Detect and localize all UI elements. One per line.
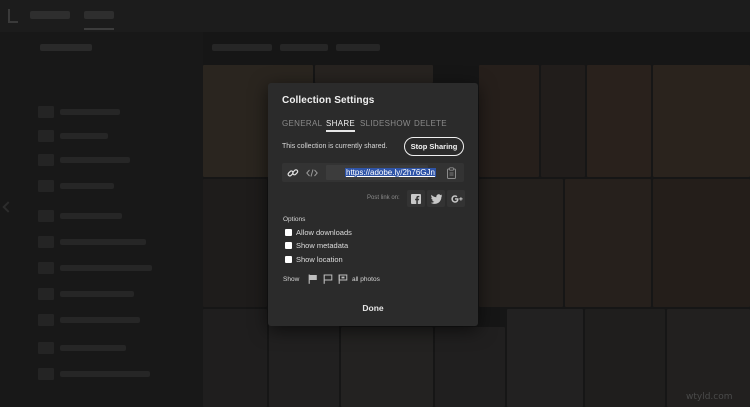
toolbar-item [280,44,328,51]
sidebar-thumb [38,288,54,300]
sidebar-thumb [38,236,54,248]
watermark: wtyld.com [686,392,733,402]
twitter-icon [431,193,442,204]
google-plus-icon [451,194,463,203]
allow-downloads-label[interactable]: Allow downloads [296,228,352,237]
sidebar-row [60,345,126,351]
photo-tile [435,327,505,407]
toolbar-item [212,44,272,51]
show-metadata-label[interactable]: Show metadata [296,241,348,250]
sidebar-row [60,109,120,115]
sidebar-row [60,265,152,271]
sidebar-row [60,239,146,245]
facebook-button[interactable] [407,190,425,207]
flag-unflagged-icon[interactable] [323,274,333,284]
done-button[interactable]: Done [357,301,389,315]
toolbar-item [336,44,380,51]
twitter-button[interactable] [427,190,445,207]
sidebar [0,32,203,407]
share-link-bar: https://adobe.ly/2h76GJn [282,163,464,182]
clipboard-icon[interactable] [446,167,457,179]
sidebar-title [40,44,92,51]
sidebar-row [60,371,150,377]
photo-tile [541,65,585,177]
photo-tile [653,65,750,177]
sidebar-thumb [38,130,54,142]
photo-tile [565,179,651,307]
photo-tile [479,65,539,177]
options-heading: Options [283,216,306,223]
stop-sharing-button[interactable]: Stop Sharing [404,137,464,156]
share-status-text: This collection is currently shared. [282,143,388,150]
show-location-checkbox[interactable] [285,256,292,263]
show-location-label[interactable]: Show location [296,255,343,264]
nav-item [84,11,114,19]
sidebar-row [60,133,108,139]
sidebar-thumb [38,368,54,380]
sidebar-thumb [38,106,54,118]
show-metadata-checkbox[interactable] [285,242,292,249]
share-url-link[interactable]: https://adobe.ly/2h76GJn [345,168,436,177]
photo-tile [653,179,750,307]
photo-tile [341,327,433,407]
collection-settings-modal: Collection Settings GENERAL SHARE SLIDES… [268,83,478,326]
link-icon[interactable] [287,167,299,179]
photo-tile [203,309,267,407]
embed-code-icon[interactable] [306,167,318,179]
photo-tile [585,309,665,407]
sidebar-row [60,157,130,163]
sidebar-row [60,213,122,219]
sidebar-row [60,291,134,297]
sidebar-row [60,317,140,323]
share-url-field[interactable]: https://adobe.ly/2h76GJn [326,165,436,180]
post-link-label: Post link on: [367,195,400,201]
tab-slideshow[interactable]: SLIDESHOW [360,119,411,128]
allow-downloads-checkbox[interactable] [285,229,292,236]
photo-tile [479,179,563,307]
sidebar-thumb [38,180,54,192]
sidebar-thumb [38,210,54,222]
flag-picked-icon[interactable] [308,274,318,284]
facebook-icon [411,193,421,204]
show-filter-label: Show [283,276,300,283]
sidebar-thumb [38,154,54,166]
nav-item [30,11,70,19]
show-filter-value[interactable]: all photos [352,276,380,283]
sidebar-thumb [38,314,54,326]
photo-tile [203,179,267,307]
app-logo-icon [8,9,18,23]
photo-tile [587,65,651,177]
nav-active-indicator [84,28,114,30]
flag-rejected-icon[interactable] [338,274,348,284]
app-topbar [0,0,750,32]
tab-general[interactable]: GENERAL [282,119,322,128]
photo-tile [507,309,583,407]
tab-share[interactable]: SHARE [326,119,356,132]
tab-delete[interactable]: DELETE [414,119,447,128]
google-plus-button[interactable] [447,190,465,207]
sidebar-thumb [38,342,54,354]
sidebar-thumb [38,262,54,274]
photo-tile [315,65,433,83]
sidebar-row [60,183,114,189]
modal-title: Collection Settings [282,95,375,106]
